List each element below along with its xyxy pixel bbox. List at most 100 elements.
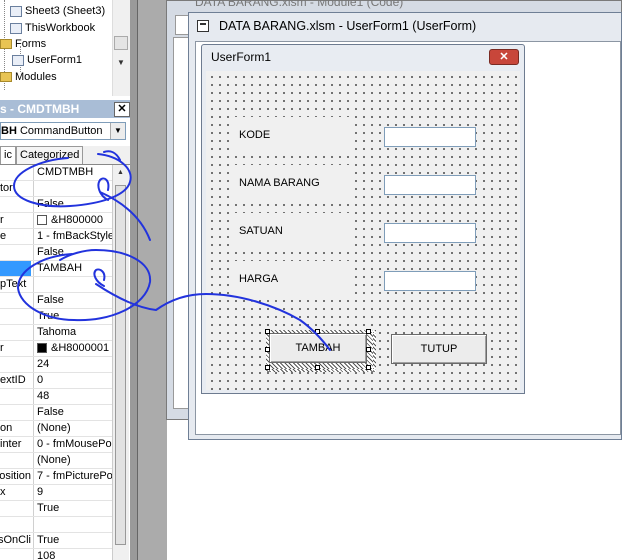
property-value[interactable]: 7 - fmPicturePo <box>33 469 112 484</box>
userform[interactable]: UserForm1 ✕ KODE NAMA BARANG SATUAN HARG… <box>201 44 525 394</box>
property-row[interactable]: 108 <box>0 549 112 560</box>
scroll-up-arrow-icon[interactable]: ▲ <box>115 169 126 179</box>
satuan-field[interactable] <box>384 223 476 243</box>
chevron-down-icon[interactable]: ▼ <box>110 123 125 139</box>
property-value[interactable]: 24 <box>33 357 112 372</box>
property-value[interactable]: 0 <box>33 373 112 388</box>
property-row[interactable]: False <box>0 293 112 309</box>
property-value[interactable]: False <box>33 197 112 212</box>
property-row[interactable]: usOnCli True <box>0 533 112 549</box>
scroll-down-arrow-icon[interactable]: ▼ <box>114 58 128 70</box>
resize-handle[interactable] <box>265 347 270 352</box>
color-swatch-icon <box>37 215 47 226</box>
property-row[interactable]: osition 7 - fmPicturePo <box>0 469 112 485</box>
tree-item-thisworkbook[interactable]: ThisWorkbook <box>10 20 95 36</box>
property-value[interactable]: 1 - fmBackStyle <box>33 229 112 244</box>
property-value[interactable]: &H8000001 <box>33 341 112 356</box>
property-row[interactable]: False <box>0 197 112 213</box>
tab-alphabetic[interactable]: ic <box>0 146 16 164</box>
userform-body[interactable]: KODE NAMA BARANG SATUAN HARGA TAMBAH TUT… <box>206 71 520 390</box>
property-row[interactable]: tor <box>0 181 112 197</box>
property-name: r <box>0 213 31 228</box>
property-name-text: extID <box>0 374 26 386</box>
tambah-button[interactable]: TAMBAH <box>269 333 367 363</box>
property-value-text: CMDTMBH <box>37 166 94 178</box>
property-value[interactable]: CMDTMBH <box>33 165 112 180</box>
property-name: x <box>0 485 31 500</box>
resize-handle[interactable] <box>366 329 371 334</box>
property-row[interactable]: extID 0 <box>0 373 112 389</box>
property-row[interactable]: TAMBAH <box>0 261 112 277</box>
color-swatch-icon <box>37 343 47 354</box>
close-icon[interactable]: ✕ <box>114 102 130 117</box>
property-name-text: on <box>0 422 13 434</box>
property-row[interactable]: pText <box>0 277 112 293</box>
kode-field[interactable] <box>384 127 476 147</box>
tree-item-modules[interactable]: Modules <box>0 69 57 85</box>
nama-barang-field[interactable] <box>384 175 476 195</box>
userform-title-bar: UserForm1 ✕ <box>202 45 524 69</box>
property-value[interactable] <box>33 181 112 196</box>
tree-item-sheet3[interactable]: Sheet3 (Sheet3) <box>10 3 105 19</box>
label-satuan: SATUAN <box>234 213 349 249</box>
property-value[interactable]: 48 <box>33 389 112 404</box>
property-row[interactable]: e 1 - fmBackStyle <box>0 229 112 245</box>
property-row[interactable]: x9 <box>0 485 112 501</box>
property-row[interactable]: True <box>0 309 112 325</box>
property-value[interactable]: True <box>33 309 112 324</box>
property-value[interactable]: (None) <box>33 453 112 468</box>
property-row[interactable]: (None) <box>0 453 112 469</box>
tab-categorized[interactable]: Categorized <box>16 146 84 164</box>
property-value-text: 1 - fmBackStyle <box>37 230 112 242</box>
properties-scrollbar[interactable]: ▲ <box>112 165 129 560</box>
project-scrollbar[interactable]: ▼ <box>112 0 130 96</box>
property-value[interactable]: False <box>33 405 112 420</box>
property-value[interactable]: True <box>33 533 112 548</box>
property-value-text: True <box>37 534 60 546</box>
property-name <box>0 357 31 372</box>
property-row[interactable]: r &H800000 <box>0 213 112 229</box>
property-value[interactable]: 108 <box>33 549 112 560</box>
close-icon[interactable]: ✕ <box>489 49 519 65</box>
property-row[interactable]: inter 0 - fmMousePo <box>0 437 112 453</box>
object-selector[interactable]: BH CommandButton ▼ <box>0 122 126 140</box>
property-value[interactable]: False <box>33 293 112 308</box>
property-row[interactable]: False <box>0 405 112 421</box>
property-row[interactable] <box>0 517 112 533</box>
property-value[interactable]: 0 - fmMousePo <box>33 437 112 452</box>
property-row[interactable]: CMDTMBH <box>0 165 112 181</box>
resize-handle[interactable] <box>315 329 320 334</box>
tree-item-userform1[interactable]: UserForm1 <box>12 52 82 68</box>
resize-handle[interactable] <box>366 347 371 352</box>
property-value[interactable]: False <box>33 245 112 260</box>
property-value[interactable]: True <box>33 501 112 516</box>
resize-handle[interactable] <box>265 365 270 370</box>
scroll-thumb[interactable] <box>114 36 128 50</box>
resize-handle[interactable] <box>366 365 371 370</box>
property-value[interactable]: 9 <box>33 485 112 500</box>
resize-handle[interactable] <box>315 365 320 370</box>
property-value[interactable] <box>33 277 112 292</box>
property-row[interactable]: on (None) <box>0 421 112 437</box>
property-row[interactable]: True <box>0 501 112 517</box>
property-value[interactable]: Tahoma <box>33 325 112 340</box>
property-name-text: tor <box>0 182 13 194</box>
tutup-button[interactable]: TUTUP <box>391 334 487 364</box>
harga-field[interactable] <box>384 271 476 291</box>
property-value[interactable]: (None) <box>33 421 112 436</box>
property-row[interactable]: 48 <box>0 389 112 405</box>
property-value-text: (None) <box>37 454 71 466</box>
scroll-thumb[interactable] <box>115 185 126 545</box>
property-value[interactable] <box>33 517 112 532</box>
property-row[interactable]: False <box>0 245 112 261</box>
property-value[interactable]: &H800000 <box>33 213 112 228</box>
property-row[interactable]: Tahoma <box>0 325 112 341</box>
workbook-icon <box>10 22 22 34</box>
tree-item-forms[interactable]: Forms <box>0 36 46 52</box>
label-harga: HARGA <box>234 261 349 297</box>
form-window-icon <box>197 20 209 32</box>
property-value[interactable]: TAMBAH <box>33 261 112 276</box>
resize-handle[interactable] <box>265 329 270 334</box>
property-row[interactable]: 24 <box>0 357 112 373</box>
property-row[interactable]: r &H8000001 <box>0 341 112 357</box>
